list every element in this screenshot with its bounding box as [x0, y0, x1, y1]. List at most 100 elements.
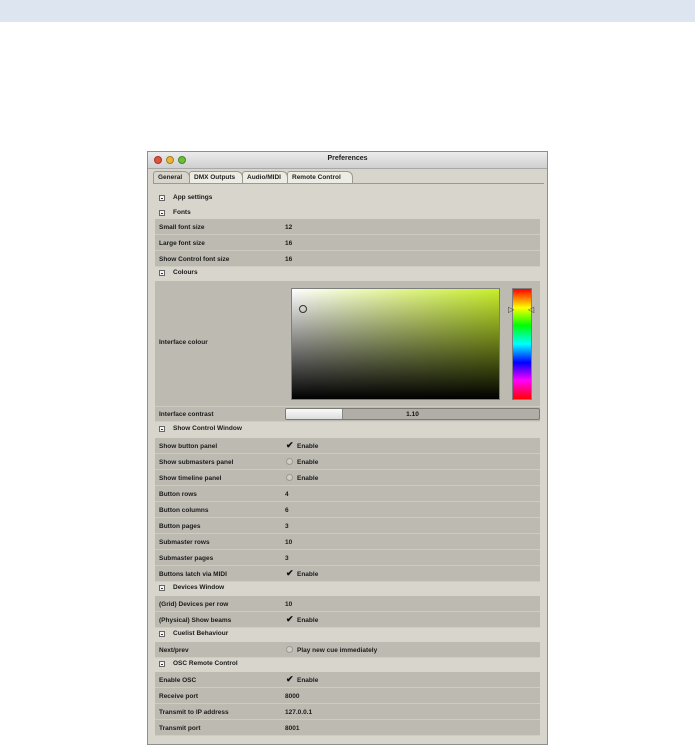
row-label: Large font size — [159, 240, 205, 247]
title-bar[interactable]: Preferences — [148, 152, 547, 169]
row-next-prev[interactable]: Next/prev Play new cue immediately — [155, 642, 540, 658]
contrast-slider[interactable]: 1.10 — [285, 408, 540, 420]
row-label: Enable OSC — [159, 677, 197, 684]
section-title: OSC Remote Control — [173, 660, 238, 667]
row-button-columns[interactable]: Button columns 6 — [155, 502, 540, 518]
submaster-pages-value[interactable]: 3 — [285, 555, 289, 562]
row-label: Show Control font size — [159, 256, 230, 263]
section-title: Cuelist Behaviour — [173, 630, 229, 637]
collapse-icon[interactable] — [159, 661, 165, 667]
checkbox-label[interactable]: Play new cue immediately — [297, 647, 377, 654]
collapse-icon[interactable] — [159, 631, 165, 637]
row-label: Buttons latch via MIDI — [159, 571, 227, 578]
show-control-font-size-value[interactable]: 16 — [285, 256, 292, 263]
tab-divider — [153, 183, 544, 184]
row-devices-per-row[interactable]: (Grid) Devices per row 10 — [155, 596, 540, 612]
row-receive-port[interactable]: Receive port 8000 — [155, 688, 540, 704]
row-transmit-port[interactable]: Transmit port 8001 — [155, 720, 540, 736]
tab-dmx-outputs[interactable]: DMX Outputs — [189, 171, 243, 183]
section-title: App settings — [173, 194, 213, 201]
row-large-font-size[interactable]: Large font size 16 — [155, 235, 540, 251]
checkmark-icon[interactable]: ✔ — [286, 441, 294, 450]
checkbox-label[interactable]: Enable — [297, 571, 318, 578]
row-submaster-pages[interactable]: Submaster pages 3 — [155, 550, 540, 566]
section-title: Show Control Window — [173, 425, 242, 432]
unchecked-checkbox-icon[interactable] — [286, 458, 293, 465]
small-font-size-value[interactable]: 12 — [285, 224, 292, 231]
section-cuelist-behaviour[interactable]: Cuelist Behaviour — [152, 629, 537, 641]
row-label: Show button panel — [159, 443, 218, 450]
large-font-size-value[interactable]: 16 — [285, 240, 292, 247]
hue-marker-left-icon[interactable]: ▷ — [508, 306, 514, 314]
row-label: Button rows — [159, 491, 197, 498]
row-show-timeline-panel[interactable]: Show timeline panel Enable — [155, 470, 540, 486]
button-pages-value[interactable]: 3 — [285, 523, 289, 530]
checkmark-icon[interactable]: ✔ — [286, 569, 294, 578]
button-rows-value[interactable]: 4 — [285, 491, 289, 498]
tab-general[interactable]: General — [153, 171, 190, 183]
transmit-ip-value[interactable]: 127.0.0.1 — [285, 709, 312, 716]
section-app-settings[interactable]: App settings — [152, 193, 537, 205]
tab-remote-control[interactable]: Remote Control — [287, 171, 353, 183]
row-label: Submaster pages — [159, 555, 214, 562]
row-label: Receive port — [159, 693, 199, 700]
checkbox-label[interactable]: Enable — [297, 459, 318, 466]
transmit-port-value[interactable]: 8001 — [285, 725, 299, 732]
section-colours[interactable]: Colours — [152, 268, 537, 280]
row-label: Show submasters panel — [159, 459, 234, 466]
row-show-control-font-size[interactable]: Show Control font size 16 — [155, 251, 540, 267]
collapse-icon[interactable] — [159, 270, 165, 276]
section-title: Devices Window — [173, 584, 225, 591]
top-bar — [0, 0, 695, 22]
collapse-icon[interactable] — [159, 585, 165, 591]
collapse-icon[interactable] — [159, 195, 165, 201]
colour-picker-handle[interactable] — [299, 305, 307, 313]
row-label: Transmit to IP address — [159, 709, 229, 716]
checkbox-label[interactable]: Enable — [297, 443, 318, 450]
row-label: Button pages — [159, 523, 201, 530]
section-title: Fonts — [173, 209, 191, 216]
checkbox-label[interactable]: Enable — [297, 617, 318, 624]
row-label: Interface contrast — [159, 411, 214, 418]
checkbox-label[interactable]: Enable — [297, 677, 318, 684]
section-show-control-window[interactable]: Show Control Window — [152, 424, 537, 436]
row-button-rows[interactable]: Button rows 4 — [155, 486, 540, 502]
colour-picker-field[interactable] — [291, 288, 500, 400]
row-show-submasters-panel[interactable]: Show submasters panel Enable — [155, 454, 540, 470]
row-label: Interface colour — [159, 339, 208, 346]
row-label: Show timeline panel — [159, 475, 222, 482]
checkbox-label[interactable]: Enable — [297, 475, 318, 482]
receive-port-value[interactable]: 8000 — [285, 693, 299, 700]
checkmark-icon[interactable]: ✔ — [286, 615, 294, 624]
row-transmit-ip[interactable]: Transmit to IP address 127.0.0.1 — [155, 704, 540, 720]
tab-audio-midi[interactable]: Audio/MIDI — [242, 171, 288, 183]
checkmark-icon[interactable]: ✔ — [286, 675, 294, 684]
section-devices-window[interactable]: Devices Window — [152, 583, 537, 595]
tab-bar: General DMX Outputs Audio/MIDI Remote Co… — [153, 170, 545, 184]
hue-marker-right-icon[interactable]: ◁ — [528, 306, 534, 314]
row-label: Small font size — [159, 224, 205, 231]
row-show-beams[interactable]: (Physical) Show beams ✔ Enable — [155, 612, 540, 628]
row-button-pages[interactable]: Button pages 3 — [155, 518, 540, 534]
section-osc-remote-control[interactable]: OSC Remote Control — [152, 659, 537, 671]
row-submaster-rows[interactable]: Submaster rows 10 — [155, 534, 540, 550]
unchecked-checkbox-icon[interactable] — [286, 474, 293, 481]
row-small-font-size[interactable]: Small font size 12 — [155, 219, 540, 235]
collapse-icon[interactable] — [159, 210, 165, 216]
submaster-rows-value[interactable]: 10 — [285, 539, 292, 546]
section-title: Colours — [173, 269, 198, 276]
row-label: (Grid) Devices per row — [159, 601, 229, 608]
row-label: (Physical) Show beams — [159, 617, 232, 624]
collapse-icon[interactable] — [159, 426, 165, 432]
row-show-button-panel[interactable]: Show button panel ✔ Enable — [155, 438, 540, 454]
row-label: Button columns — [159, 507, 209, 514]
contrast-value: 1.10 — [406, 411, 419, 418]
devices-per-row-value[interactable]: 10 — [285, 601, 292, 608]
row-enable-osc[interactable]: Enable OSC ✔ Enable — [155, 672, 540, 688]
row-label: Transmit port — [159, 725, 201, 732]
row-label: Submaster rows — [159, 539, 210, 546]
row-buttons-latch-midi[interactable]: Buttons latch via MIDI ✔ Enable — [155, 566, 540, 582]
preferences-window: Preferences General DMX Outputs Audio/MI… — [147, 151, 548, 745]
button-columns-value[interactable]: 6 — [285, 507, 289, 514]
unchecked-checkbox-icon[interactable] — [286, 646, 293, 653]
